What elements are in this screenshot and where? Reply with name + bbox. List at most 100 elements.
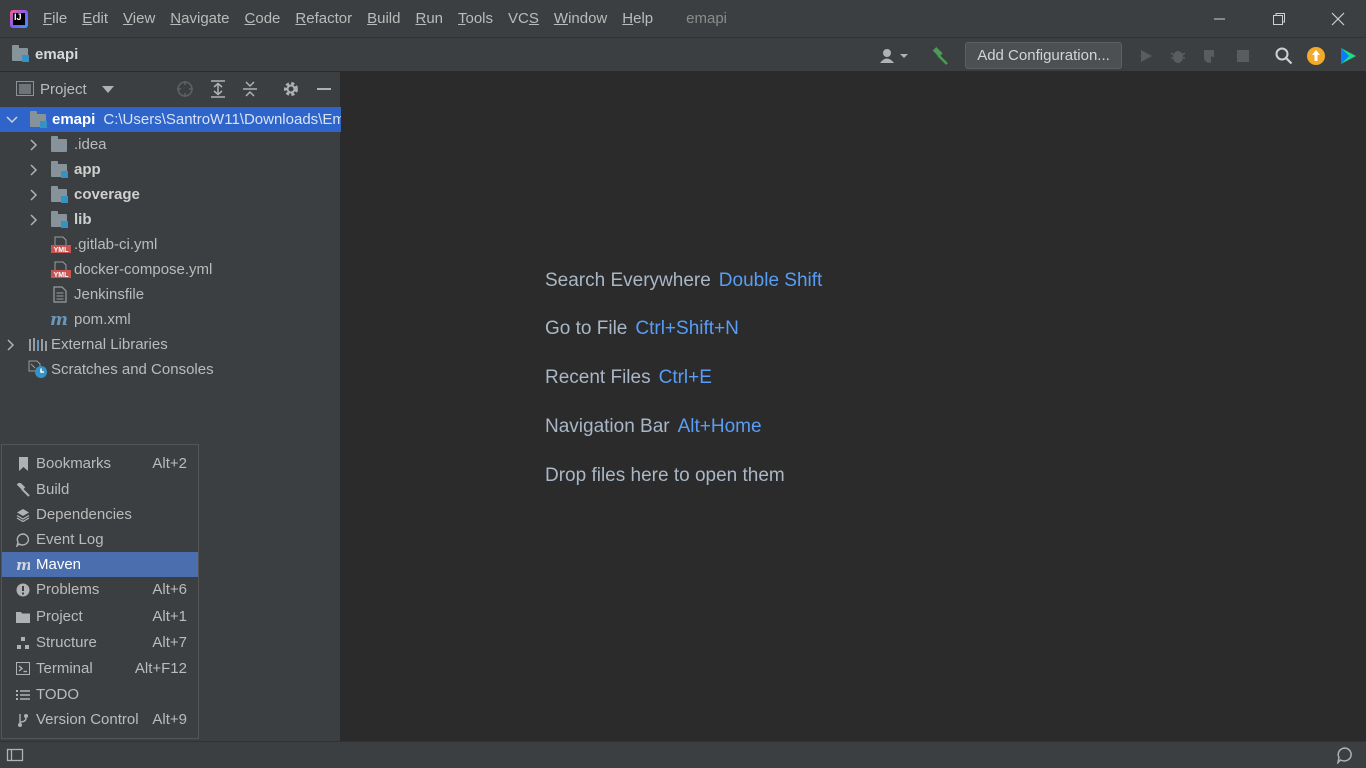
menu-refactor[interactable]: Refactor [295, 10, 352, 27]
ide-update-button[interactable] [1305, 38, 1327, 73]
breadcrumb-project[interactable]: emapi [35, 46, 78, 63]
minimize-button[interactable] [1197, 0, 1243, 37]
chevron-right-icon[interactable] [29, 214, 39, 226]
menu-navigate[interactable]: Navigate [170, 10, 229, 27]
run-with-coverage-button[interactable] [1199, 38, 1221, 73]
tool-window-bookmarks[interactable]: Bookmarks Alt+2 [2, 451, 198, 476]
chevron-down-icon[interactable] [102, 86, 114, 94]
tree-item-docker-compose[interactable]: YML docker-compose.yml [0, 257, 341, 282]
tool-window-terminal[interactable]: Terminal Alt+F12 [2, 656, 198, 681]
build-project-button[interactable] [928, 38, 952, 73]
tree-item-label: coverage [74, 186, 140, 203]
tool-window-structure[interactable]: Structure Alt+7 [2, 630, 198, 655]
library-icon [29, 338, 47, 351]
account-dropdown[interactable] [876, 38, 912, 73]
menu-edit[interactable]: Edit [82, 10, 108, 27]
menu-vcs[interactable]: VCS [508, 10, 539, 27]
project-settings-button[interactable] [279, 72, 303, 106]
collapse-all-button[interactable] [238, 72, 262, 106]
menu-view[interactable]: View [123, 10, 155, 27]
tool-window-maven[interactable]: m Maven [2, 552, 198, 577]
chevron-right-icon[interactable] [29, 189, 39, 201]
user-icon [880, 48, 908, 63]
tool-window-version-control[interactable]: Version Control Alt+9 [2, 707, 198, 732]
intellij-logo-icon[interactable]: IJ [10, 9, 28, 28]
tree-item-app[interactable]: app [0, 157, 341, 182]
navigation-toolbar: emapi Add Configuration... [0, 37, 1366, 72]
tool-window-shortcut: Alt+6 [152, 581, 187, 598]
tree-item-idea[interactable]: .idea [0, 132, 341, 157]
restore-icon [1273, 12, 1285, 25]
expand-all-button[interactable] [206, 72, 230, 106]
window-title: emapi [686, 10, 727, 27]
maven-icon: m [50, 312, 68, 327]
tool-window-shortcut: Alt+1 [152, 608, 187, 625]
menu-code[interactable]: Code [245, 10, 281, 27]
tool-window-label: TODO [36, 686, 80, 703]
select-opened-file-button[interactable] [173, 72, 197, 106]
menu-run[interactable]: Run [415, 10, 443, 27]
tree-item-label: lib [74, 211, 92, 228]
project-view-selector[interactable]: Project [40, 81, 87, 98]
close-icon [1331, 12, 1345, 25]
add-configuration-button[interactable]: Add Configuration... [965, 42, 1122, 69]
bookmark-icon [16, 456, 30, 471]
tree-root-row[interactable]: emapi C:\Users\SantroW11\Downloads\Em [0, 107, 341, 132]
code-with-me-button[interactable] [1337, 38, 1359, 73]
tree-item-pom[interactable]: m pom.xml [0, 307, 341, 332]
vcs-icon [16, 713, 30, 727]
tree-item-label: .gitlab-ci.yml [74, 236, 158, 253]
tool-window-build[interactable]: Build [2, 477, 198, 502]
menu-window[interactable]: Window [554, 10, 607, 27]
module-folder-icon [51, 211, 68, 228]
tree-item-scratches[interactable]: Scratches and Consoles [0, 357, 341, 382]
hide-panel-button[interactable] [312, 72, 336, 106]
svg-text:YML: YML [54, 247, 70, 254]
debug-icon [1170, 50, 1186, 63]
svg-text:m: m [16, 558, 30, 572]
list-icon [16, 688, 30, 702]
menu-help[interactable]: Help [622, 10, 653, 27]
editor-empty-state[interactable]: Search Everywhere Double Shift Go to File… [341, 72, 1366, 741]
tool-window-problems[interactable]: Problems Alt+6 [2, 577, 198, 602]
minimize-icon [1214, 18, 1225, 19]
layers-icon [16, 508, 30, 522]
stop-button[interactable] [1232, 38, 1254, 73]
speech-bubble-icon [16, 532, 30, 547]
tree-item-gitlab-ci[interactable]: YML .gitlab-ci.yml [0, 232, 341, 257]
tool-window-event-log[interactable]: Event Log [2, 527, 198, 552]
tool-window-shortcut: Alt+9 [152, 711, 187, 728]
menu-file[interactable]: File [43, 10, 67, 27]
event-log-button[interactable] [1336, 746, 1354, 768]
tree-item-external-libraries[interactable]: External Libraries [0, 332, 341, 357]
chevron-down-icon[interactable] [6, 115, 18, 125]
menu-tools[interactable]: Tools [458, 10, 493, 27]
folder-icon [51, 136, 67, 152]
tool-window-label: Project [36, 608, 83, 625]
coverage-icon [1204, 49, 1217, 63]
toggle-tool-windows-button[interactable] [6, 747, 24, 767]
tree-item-label: External Libraries [51, 336, 168, 353]
tool-window-dependencies[interactable]: Dependencies [2, 502, 198, 527]
tool-windows-icon [6, 748, 24, 762]
tree-item-coverage[interactable]: coverage [0, 182, 341, 207]
debug-button[interactable] [1167, 38, 1189, 73]
chevron-right-icon[interactable] [29, 164, 39, 176]
chevron-right-icon[interactable] [29, 139, 39, 151]
menu-bar: IJ File Edit View Navigate Code Refactor… [0, 0, 1366, 37]
search-everywhere-button[interactable] [1272, 38, 1296, 73]
tree-item-label: docker-compose.yml [74, 261, 213, 278]
tool-window-project[interactable]: Project Alt+1 [2, 604, 198, 629]
tree-item-jenkinsfile[interactable]: Jenkinsfile [0, 282, 341, 307]
menu-build[interactable]: Build [367, 10, 400, 27]
close-button[interactable] [1315, 0, 1361, 37]
chevron-right-icon[interactable] [6, 339, 16, 351]
restore-button[interactable] [1256, 0, 1302, 37]
tree-item-label: .idea [74, 136, 107, 153]
scratches-icon [28, 360, 47, 378]
tree-item-lib[interactable]: lib [0, 207, 341, 232]
hammer-icon [932, 46, 948, 65]
run-button[interactable] [1135, 38, 1157, 73]
tool-window-todo[interactable]: TODO [2, 682, 198, 707]
breadcrumb[interactable]: emapi [12, 45, 78, 63]
